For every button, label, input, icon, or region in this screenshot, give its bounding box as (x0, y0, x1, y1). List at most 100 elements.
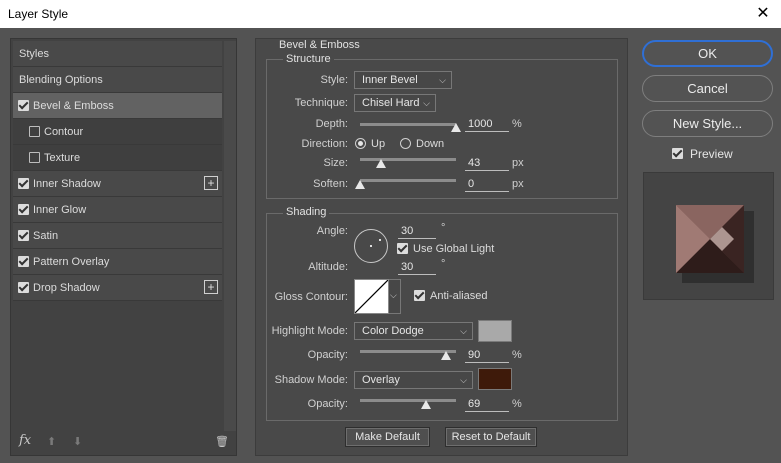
technique-dropdown[interactable]: Chisel Hard ⌵ (354, 94, 436, 112)
cancel-button[interactable]: Cancel (642, 75, 773, 102)
highlight-opacity-input[interactable]: 90 (465, 349, 509, 363)
highlight-mode-dropdown[interactable]: Color Dodge ⌵ (354, 322, 473, 340)
style-item-label: Bevel & Emboss (33, 100, 114, 112)
soften-slider-thumb[interactable] (355, 180, 365, 189)
style-item-blending-options[interactable]: Blending Options (13, 67, 222, 93)
gloss-contour-label: Gloss Contour: (274, 291, 348, 303)
highlight-opacity-unit: % (512, 349, 522, 361)
style-checkbox[interactable] (29, 126, 40, 137)
styles-list-panel: Styles Blending Options Bevel & Emboss Cont… (10, 38, 237, 456)
depth-slider-track[interactable] (360, 123, 456, 126)
make-default-button[interactable]: Make Default (345, 427, 430, 447)
style-checkbox[interactable] (18, 100, 29, 111)
gloss-contour-dropdown[interactable]: ⌵ (389, 279, 401, 314)
direction-down-radio[interactable] (400, 138, 411, 149)
anti-aliased-checkbox[interactable] (414, 290, 425, 301)
angle-dial[interactable] (354, 229, 388, 263)
reset-to-default-button[interactable]: Reset to Default (445, 427, 537, 447)
preview-label: Preview (690, 147, 733, 161)
soften-slider-track[interactable] (360, 179, 456, 182)
shading-heading: Shading (283, 206, 330, 218)
size-slider-thumb[interactable] (376, 159, 387, 168)
fx-icon[interactable]: fx (19, 433, 31, 448)
style-item-inner-shadow[interactable]: Inner Shadow + (13, 171, 222, 197)
style-checkbox[interactable] (18, 178, 29, 189)
shadow-opacity-unit: % (512, 398, 522, 410)
style-item-label: Texture (44, 152, 81, 164)
style-dropdown[interactable]: Inner Bevel ⌵ (354, 71, 452, 89)
shadow-opacity-label: Opacity: (307, 398, 348, 410)
style-item-satin[interactable]: Satin (13, 223, 222, 249)
shadow-opacity-slider-thumb[interactable] (421, 400, 432, 409)
shadow-opacity-slider-track[interactable] (360, 399, 456, 402)
shadow-opacity-input[interactable]: 69 (465, 398, 509, 412)
highlight-mode-value: Color Dodge (362, 325, 424, 337)
move-down-icon[interactable]: ⬇ (73, 435, 82, 448)
use-global-light-checkbox[interactable] (397, 243, 408, 254)
direction-label: Direction: (301, 138, 348, 150)
soften-label: Soften: (313, 178, 348, 190)
style-item-contour[interactable]: Contour (13, 119, 222, 145)
styles-list-scrollbar[interactable] (224, 41, 236, 431)
style-item-label: Satin (33, 230, 59, 242)
add-effect-icon[interactable]: + (204, 176, 218, 190)
style-checkbox[interactable] (29, 152, 40, 163)
highlight-color-swatch[interactable] (478, 320, 512, 342)
styles-list-footer: fx ⬆ ⬇ 🗑 (11, 431, 236, 455)
angle-label: Angle: (316, 225, 348, 237)
style-item-label: Inner Glow (33, 204, 87, 216)
size-slider-track[interactable] (360, 158, 456, 161)
shadow-mode-dropdown[interactable]: Overlay ⌵ (354, 371, 473, 389)
soften-unit: px (512, 178, 524, 190)
style-item-pattern-overlay[interactable]: Pattern Overlay (13, 249, 222, 275)
highlight-opacity-slider-thumb[interactable] (441, 351, 452, 360)
shadow-mode-value: Overlay (362, 374, 400, 386)
depth-unit: % (512, 118, 522, 130)
style-item-label: Contour (44, 126, 84, 138)
style-checkbox[interactable] (18, 256, 29, 267)
altitude-degree: ° (441, 258, 446, 270)
angle-input[interactable]: 30 (398, 225, 436, 239)
technique-label: Technique: (294, 97, 348, 109)
title-bar: Layer Style ✕ (0, 0, 781, 28)
style-item-bevel-emboss[interactable]: Bevel & Emboss (13, 93, 222, 119)
style-checkbox[interactable] (18, 282, 29, 293)
style-item-label: Inner Shadow (33, 178, 101, 190)
preview-swatch-image (676, 205, 754, 283)
chevron-down-icon: ⌵ (439, 75, 446, 85)
direction-up-radio[interactable] (355, 138, 366, 149)
style-item-drop-shadow[interactable]: Drop Shadow + (13, 275, 222, 301)
style-item-label: Drop Shadow (33, 282, 100, 294)
size-input[interactable]: 43 (465, 157, 509, 171)
style-label: Style: (320, 74, 348, 86)
style-checkbox[interactable] (18, 230, 29, 241)
move-up-icon[interactable]: ⬆ (47, 435, 56, 448)
depth-slider-thumb[interactable] (451, 123, 461, 132)
chevron-down-icon: ⌵ (390, 290, 397, 300)
size-unit: px (512, 157, 524, 169)
add-effect-icon[interactable]: + (204, 280, 218, 294)
angle-degree: ° (441, 222, 446, 234)
angle-dial-center (370, 245, 372, 247)
depth-input[interactable]: 1000 (465, 118, 509, 132)
technique-dropdown-value: Chisel Hard (362, 97, 420, 109)
shadow-color-swatch[interactable] (478, 368, 512, 390)
shadow-mode-label: Shadow Mode: (274, 374, 348, 386)
preview-checkbox[interactable] (672, 148, 683, 159)
new-style-button[interactable]: New Style... (642, 110, 773, 137)
ok-button[interactable]: OK (642, 40, 773, 67)
soften-input[interactable]: 0 (465, 178, 509, 192)
highlight-mode-label: Highlight Mode: (271, 325, 348, 337)
style-checkbox[interactable] (18, 204, 29, 215)
altitude-input[interactable]: 30 (398, 261, 436, 275)
style-preview-thumbnail (643, 172, 774, 300)
depth-label: Depth: (315, 118, 348, 130)
style-item-styles[interactable]: Styles (13, 41, 222, 67)
gloss-contour-preview[interactable] (354, 279, 389, 314)
style-item-texture[interactable]: Texture (13, 145, 222, 171)
style-item-inner-glow[interactable]: Inner Glow (13, 197, 222, 223)
window-title: Layer Style (8, 7, 69, 21)
close-icon[interactable]: ✕ (753, 3, 773, 23)
trash-icon[interactable]: 🗑 (215, 435, 229, 448)
style-dropdown-value: Inner Bevel (362, 74, 418, 86)
